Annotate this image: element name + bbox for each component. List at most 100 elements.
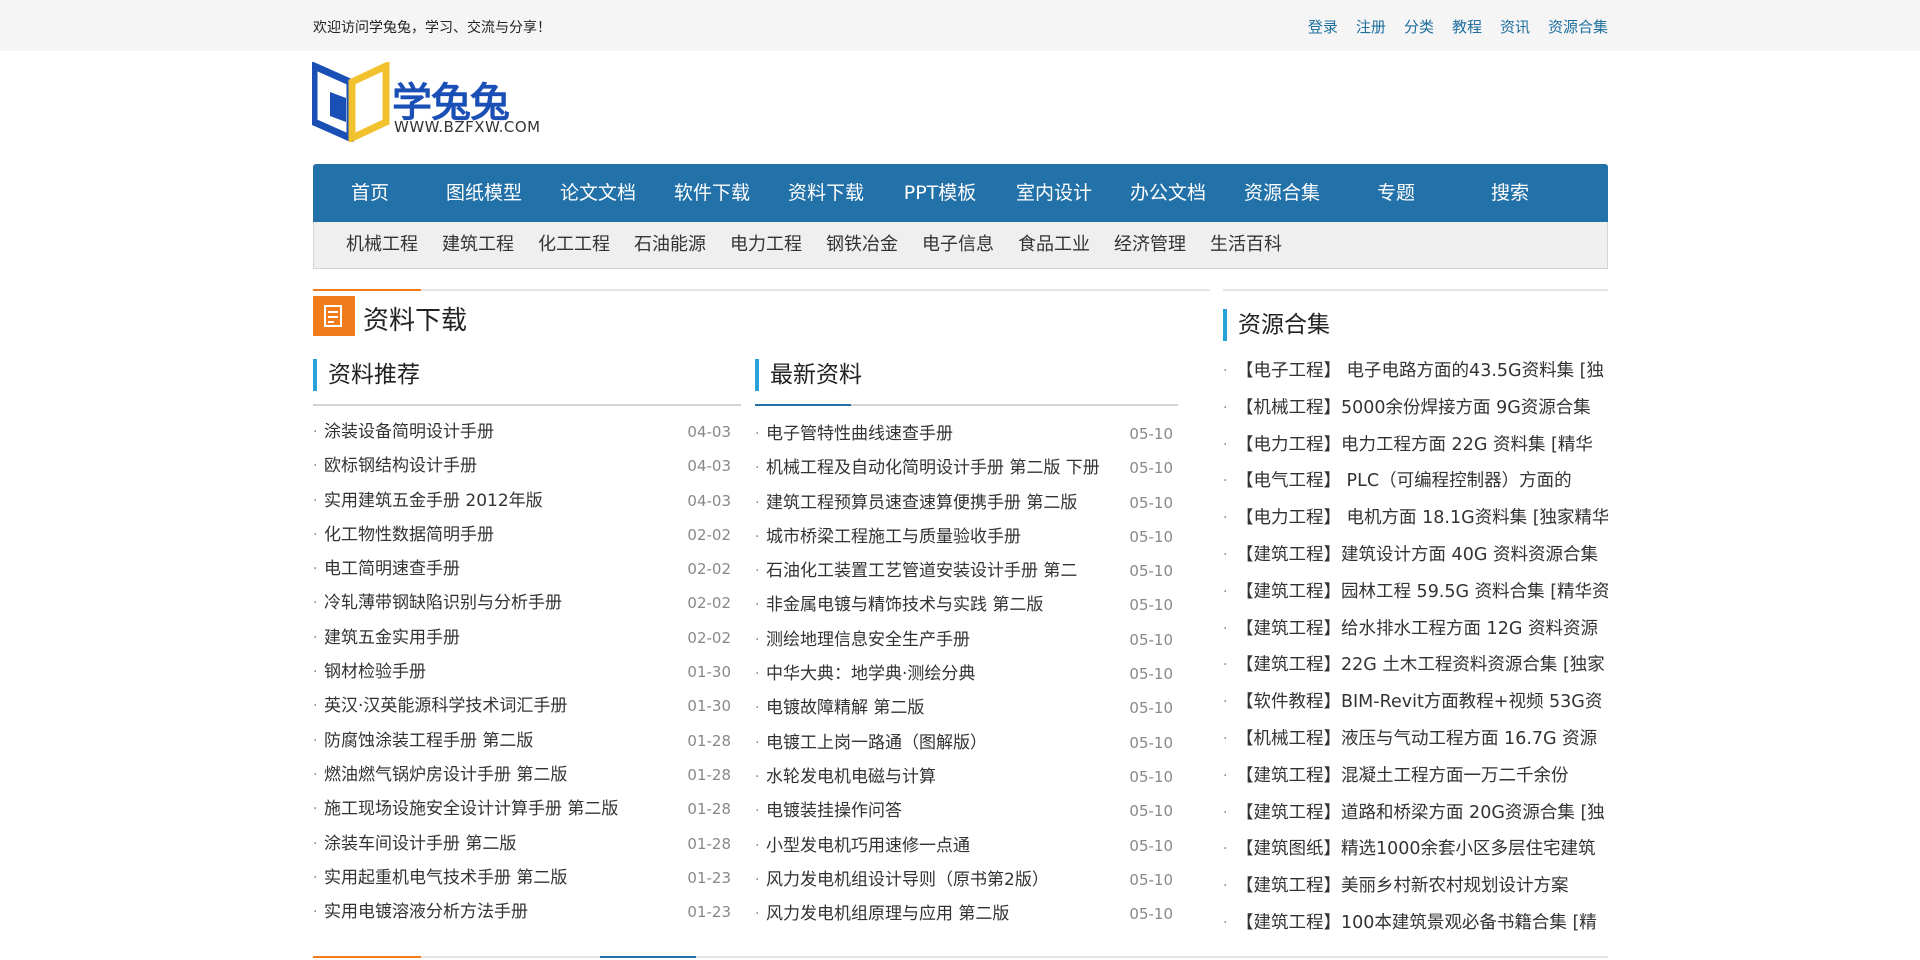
list-item[interactable]: · 涂装设备简明设计手册 04-03 bbox=[313, 415, 731, 449]
list-item[interactable]: · 中华大典：地学典·测绘分典 05-10 bbox=[755, 657, 1173, 691]
list-item[interactable]: · 冷轧薄带钢缺陷识别与分析手册 02-02 bbox=[313, 586, 731, 620]
list-item[interactable]: · 实用起重机电气技术手册 第二版 01-23 bbox=[313, 861, 731, 895]
resource-item-title[interactable]: 【电力工程】 电机方面 18.1G资料集 [独家精华 bbox=[1236, 501, 1608, 535]
list-item[interactable]: · 实用建筑五金手册 2012年版 04-03 bbox=[313, 484, 731, 518]
list-item-title[interactable]: 涂装车间设计手册 第二版 bbox=[324, 827, 516, 861]
list-item-title[interactable]: 实用起重机电气技术手册 第二版 bbox=[324, 861, 567, 895]
nav-item-drawings[interactable]: 图纸模型 bbox=[427, 164, 541, 222]
subnav-item-construction[interactable]: 建筑工程 bbox=[442, 222, 514, 268]
list-item[interactable]: · 风力发电机组原理与应用 第二版 05-10 bbox=[755, 897, 1173, 931]
resource-item[interactable]: · 【软件教程】BIM-Revit方面教程+视频 53G资 bbox=[1223, 685, 1608, 722]
resource-item[interactable]: · 【建筑图纸】精选1000余套小区多层住宅建筑 bbox=[1223, 832, 1608, 869]
list-item-title[interactable]: 冷轧薄带钢缺陷识别与分析手册 bbox=[324, 586, 562, 620]
list-item[interactable]: · 欧标钢结构设计手册 04-03 bbox=[313, 449, 731, 483]
list-item-title[interactable]: 中华大典：地学典·测绘分典 bbox=[766, 657, 975, 691]
list-item[interactable]: · 机械工程及自动化简明设计手册 第二版 下册 05-10 bbox=[755, 451, 1173, 485]
resource-item-title[interactable]: 【机械工程】液压与气动工程方面 16.7G 资源 bbox=[1236, 722, 1597, 756]
resource-item-title[interactable]: 【建筑图纸】精选1000余套小区多层住宅建筑 bbox=[1236, 832, 1596, 866]
list-item-title[interactable]: 防腐蚀涂装工程手册 第二版 bbox=[324, 724, 533, 758]
nav-item-ppt[interactable]: PPT模板 bbox=[883, 164, 997, 222]
list-item[interactable]: · 燃油燃气锅炉房设计手册 第二版 01-28 bbox=[313, 758, 731, 792]
list-item-title[interactable]: 电镀装挂操作问答 bbox=[766, 794, 902, 828]
resource-item[interactable]: · 【机械工程】液压与气动工程方面 16.7G 资源 bbox=[1223, 722, 1608, 759]
list-item[interactable]: · 电镀故障精解 第二版 05-10 bbox=[755, 691, 1173, 725]
nav-item-topics[interactable]: 专题 bbox=[1339, 164, 1453, 222]
subnav-item-mechanical[interactable]: 机械工程 bbox=[346, 222, 418, 268]
list-item-title[interactable]: 涂装设备简明设计手册 bbox=[324, 415, 494, 449]
resource-item-title[interactable]: 【建筑工程】混凝土工程方面一万二千余份 bbox=[1236, 759, 1569, 793]
resource-item[interactable]: · 【电气工程】 PLC（可编程控制器）方面的 bbox=[1223, 464, 1608, 501]
list-item-title[interactable]: 石油化工装置工艺管道安装设计手册 第二 bbox=[766, 554, 1077, 588]
list-item[interactable]: · 石油化工装置工艺管道安装设计手册 第二 05-10 bbox=[755, 554, 1173, 588]
login-link[interactable]: 登录 bbox=[1308, 16, 1338, 37]
subnav-item-metallurgy[interactable]: 钢铁冶金 bbox=[826, 222, 898, 268]
nav-item-home[interactable]: 首页 bbox=[313, 164, 427, 222]
list-item[interactable]: · 风力发电机组设计导则（原书第2版） 05-10 bbox=[755, 863, 1173, 897]
register-link[interactable]: 注册 bbox=[1356, 16, 1386, 37]
list-item[interactable]: · 英汉·汉英能源科学技术词汇手册 01-30 bbox=[313, 689, 731, 723]
resource-item-title[interactable]: 【电子工程】 电子电路方面的43.5G资料集 [独 bbox=[1236, 354, 1604, 388]
resource-item[interactable]: · 【建筑工程】道路和桥梁方面 20G资源合集 [独 bbox=[1223, 796, 1608, 833]
list-item-title[interactable]: 建筑五金实用手册 bbox=[324, 621, 460, 655]
list-item-title[interactable]: 钢材检验手册 bbox=[324, 655, 426, 689]
resource-item[interactable]: · 【电子工程】 电子电路方面的43.5G资料集 [独 bbox=[1223, 354, 1608, 391]
site-logo[interactable]: 学兔兔 WWW.BZFXW.COM bbox=[312, 62, 542, 142]
list-item[interactable]: · 施工现场设施安全设计计算手册 第二版 01-28 bbox=[313, 792, 731, 826]
nav-item-downloads[interactable]: 资料下载 bbox=[769, 164, 883, 222]
list-item-title[interactable]: 测绘地理信息安全生产手册 bbox=[766, 623, 970, 657]
resource-item[interactable]: · 【建筑工程】美丽乡村新农村规划设计方案 bbox=[1223, 869, 1608, 906]
subnav-item-life[interactable]: 生活百科 bbox=[1210, 222, 1282, 268]
list-item[interactable]: · 防腐蚀涂装工程手册 第二版 01-28 bbox=[313, 724, 731, 758]
list-item[interactable]: · 电镀工上岗一路通（图解版） 05-10 bbox=[755, 726, 1173, 760]
list-item-title[interactable]: 电子管特性曲线速查手册 bbox=[766, 417, 953, 451]
subnav-item-petroleum[interactable]: 石油能源 bbox=[634, 222, 706, 268]
list-item-title[interactable]: 小型发电机巧用速修一点通 bbox=[766, 829, 970, 863]
list-item-title[interactable]: 电工简明速查手册 bbox=[324, 552, 460, 586]
nav-item-office[interactable]: 办公文档 bbox=[1111, 164, 1225, 222]
list-item[interactable]: · 电子管特性曲线速查手册 05-10 bbox=[755, 417, 1173, 451]
list-item-title[interactable]: 水轮发电机电磁与计算 bbox=[766, 760, 936, 794]
resource-item[interactable]: · 【电力工程】 电机方面 18.1G资料集 [独家精华 bbox=[1223, 501, 1608, 538]
resource-item[interactable]: · 【机械工程】5000余份焊接方面 9G资源合集 bbox=[1223, 391, 1608, 428]
list-item-title[interactable]: 施工现场设施安全设计计算手册 第二版 bbox=[324, 792, 618, 826]
list-item-title[interactable]: 非金属电镀与精饰技术与实践 第二版 bbox=[766, 588, 1043, 622]
list-item[interactable]: · 电工简明速查手册 02-02 bbox=[313, 552, 731, 586]
tutorial-link[interactable]: 教程 bbox=[1452, 16, 1482, 37]
subnav-item-chemical[interactable]: 化工工程 bbox=[538, 222, 610, 268]
list-item-title[interactable]: 燃油燃气锅炉房设计手册 第二版 bbox=[324, 758, 567, 792]
nav-item-collections[interactable]: 资源合集 bbox=[1225, 164, 1339, 222]
nav-item-software[interactable]: 软件下载 bbox=[655, 164, 769, 222]
resource-item[interactable]: · 【建筑工程】园林工程 59.5G 资料合集 [精华资 bbox=[1223, 575, 1608, 612]
list-item[interactable]: · 钢材检验手册 01-30 bbox=[313, 655, 731, 689]
list-item[interactable]: · 化工物性数据简明手册 02-02 bbox=[313, 518, 731, 552]
resource-item-title[interactable]: 【建筑工程】美丽乡村新农村规划设计方案 bbox=[1236, 869, 1569, 903]
nav-item-search[interactable]: 搜索 bbox=[1453, 164, 1567, 222]
resource-item[interactable]: · 【建筑工程】混凝土工程方面一万二千余份 bbox=[1223, 759, 1608, 796]
news-link[interactable]: 资讯 bbox=[1500, 16, 1530, 37]
list-item[interactable]: · 测绘地理信息安全生产手册 05-10 bbox=[755, 623, 1173, 657]
list-item-title[interactable]: 英汉·汉英能源科学技术词汇手册 bbox=[324, 689, 567, 723]
list-item-title[interactable]: 城市桥梁工程施工与质量验收手册 bbox=[766, 520, 1021, 554]
nav-item-interior[interactable]: 室内设计 bbox=[997, 164, 1111, 222]
resource-item[interactable]: · 【建筑工程】给水排水工程方面 12G 资料资源 bbox=[1223, 612, 1608, 649]
list-item-title[interactable]: 实用电镀溶液分析方法手册 bbox=[324, 895, 528, 929]
list-item[interactable]: · 建筑工程预算员速查速算便携手册 第二版 05-10 bbox=[755, 486, 1173, 520]
list-item-title[interactable]: 欧标钢结构设计手册 bbox=[324, 449, 477, 483]
resource-item-title[interactable]: 【建筑工程】100本建筑景观必备书籍合集 [精 bbox=[1236, 906, 1597, 940]
resource-item-title[interactable]: 【建筑工程】园林工程 59.5G 资料合集 [精华资 bbox=[1236, 575, 1608, 609]
resource-collection-link[interactable]: 资源合集 bbox=[1548, 16, 1608, 37]
list-item-title[interactable]: 风力发电机组原理与应用 第二版 bbox=[766, 897, 1009, 931]
list-item-title[interactable]: 化工物性数据简明手册 bbox=[324, 518, 494, 552]
resource-item[interactable]: · 【建筑工程】建筑设计方面 40G 资料资源合集 bbox=[1223, 538, 1608, 575]
subnav-item-economics[interactable]: 经济管理 bbox=[1114, 222, 1186, 268]
resource-item[interactable]: · 【建筑工程】22G 土木工程资料资源合集 [独家 bbox=[1223, 648, 1608, 685]
subnav-item-food[interactable]: 食品工业 bbox=[1018, 222, 1090, 268]
list-item-title[interactable]: 实用建筑五金手册 2012年版 bbox=[324, 484, 543, 518]
resource-item-title[interactable]: 【电力工程】电力工程方面 22G 资料集 [精华 bbox=[1236, 428, 1593, 462]
list-item-title[interactable]: 电镀工上岗一路通（图解版） bbox=[766, 726, 987, 760]
list-item-title[interactable]: 风力发电机组设计导则（原书第2版） bbox=[766, 863, 1049, 897]
resource-item-title[interactable]: 【电气工程】 PLC（可编程控制器）方面的 bbox=[1236, 464, 1572, 498]
resource-item-title[interactable]: 【建筑工程】建筑设计方面 40G 资料资源合集 bbox=[1236, 538, 1598, 572]
list-item-title[interactable]: 电镀故障精解 第二版 bbox=[766, 691, 924, 725]
list-item[interactable]: · 实用电镀溶液分析方法手册 01-23 bbox=[313, 895, 731, 929]
